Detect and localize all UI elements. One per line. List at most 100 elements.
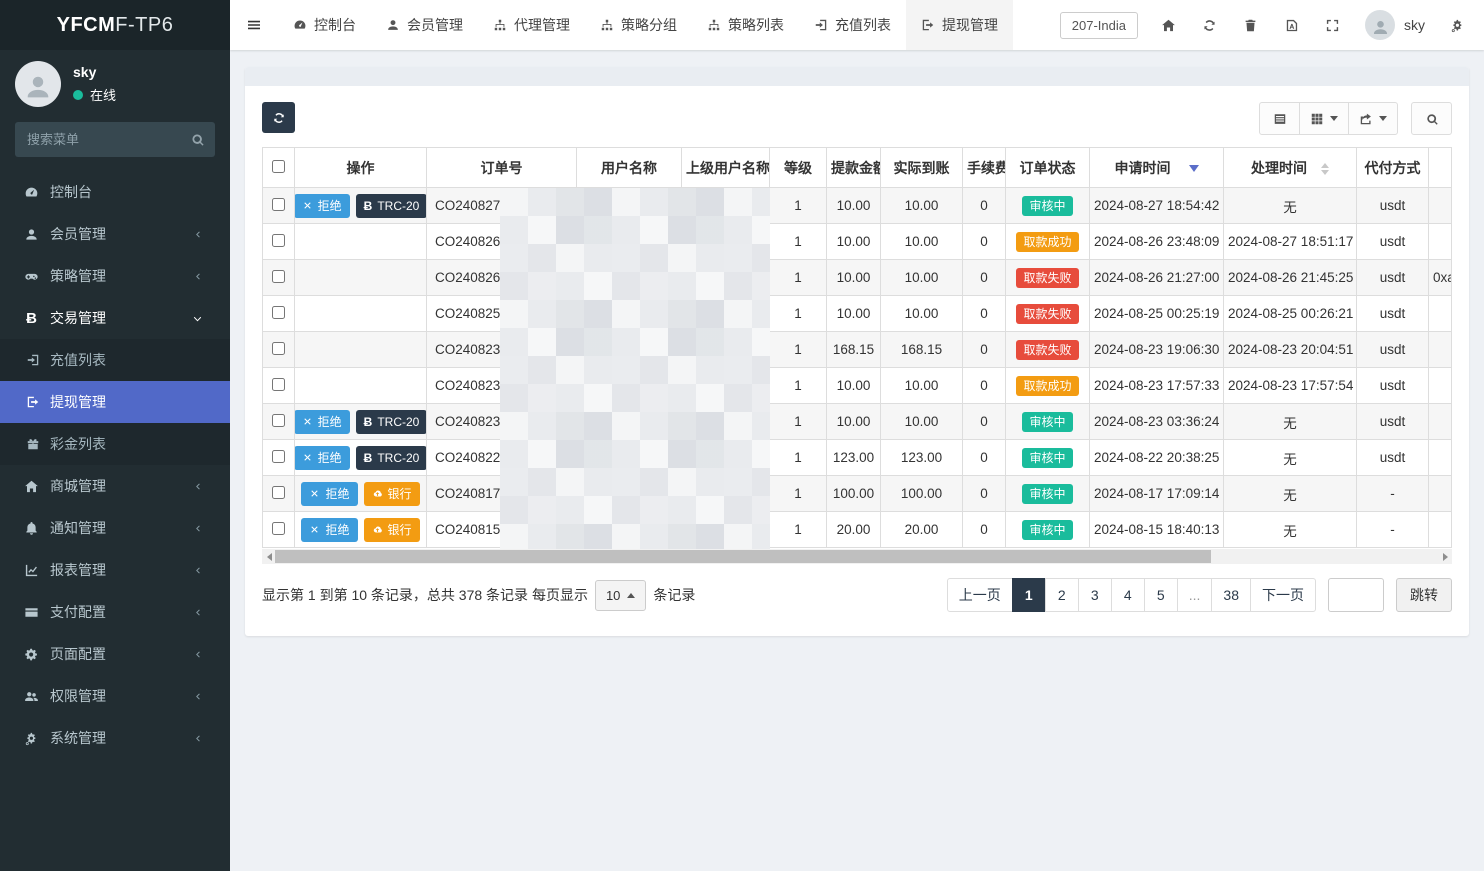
row-checkbox[interactable] — [272, 233, 285, 247]
bitcoin-icon: Ƀ — [363, 450, 373, 465]
settings-button[interactable] — [1437, 0, 1478, 50]
page-size-dropdown[interactable]: 10 — [594, 579, 647, 611]
page-3[interactable]: 3 — [1077, 578, 1112, 612]
status-badge: 审核中 — [1022, 519, 1073, 540]
sidebar-item-system[interactable]: 系统管理 — [0, 717, 230, 759]
sidebar-item-label: 权限管理 — [50, 688, 106, 704]
trc20-button[interactable]: Ƀ TRC-20 — [355, 409, 426, 434]
sidebar-item-report[interactable]: 报表管理 — [0, 549, 230, 591]
sidebar-item-recharge-list[interactable]: 充值列表 — [0, 339, 230, 381]
sidebar-item-label: 充值列表 — [50, 352, 106, 368]
tab-withdraw-manage[interactable]: 提现管理 — [906, 0, 1013, 50]
export-button[interactable] — [1348, 102, 1398, 135]
fullscreen-icon — [1325, 18, 1340, 33]
strategy-icon — [24, 269, 39, 284]
sidebar-item-mall[interactable]: 商城管理 — [0, 465, 230, 507]
sidebar-toggle-button[interactable] — [230, 0, 278, 50]
tab-agents[interactable]: 代理管理 — [478, 0, 585, 50]
x-icon — [302, 452, 313, 463]
records-info-suffix: 条记录 — [653, 587, 696, 603]
sidebar-item-dashboard[interactable]: 控制台 — [0, 171, 230, 213]
jump-button[interactable]: 跳转 — [1396, 578, 1452, 612]
sidebar-search-input[interactable] — [15, 122, 215, 157]
row-checkbox[interactable] — [272, 521, 285, 535]
user-name: sky — [73, 64, 97, 80]
tab-strategy-groups[interactable]: 策略分组 — [585, 0, 692, 50]
tab-dashboard[interactable]: 控制台 — [278, 0, 371, 50]
columns-button[interactable] — [1299, 102, 1349, 135]
page-prev[interactable]: 上一页 — [946, 578, 1013, 612]
sidebar-item-trade[interactable]: Ƀ 交易管理 — [0, 297, 230, 339]
reject-button[interactable]: 拒绝 — [301, 517, 358, 542]
row-checkbox[interactable] — [272, 485, 285, 499]
translate-button[interactable] — [1271, 0, 1312, 50]
row-checkbox[interactable] — [272, 377, 285, 391]
sidebar-item-bonus-list[interactable]: 彩金列表 — [0, 423, 230, 465]
clear-cache-button[interactable] — [1230, 0, 1271, 50]
col-apply-time[interactable]: 申请时间 — [1089, 147, 1224, 188]
jump-page-input[interactable] — [1328, 578, 1384, 612]
home-button[interactable] — [1148, 0, 1189, 50]
sidebar-item-payment[interactable]: 支付配置 — [0, 591, 230, 633]
page-1[interactable]: 1 — [1011, 578, 1046, 612]
sidebar-item-withdraw-manage[interactable]: 提现管理 — [0, 381, 230, 423]
site-selector-button[interactable]: 207-India — [1059, 11, 1138, 39]
trc20-button[interactable]: Ƀ TRC-20 — [355, 193, 426, 218]
reject-button[interactable]: 拒绝 — [301, 481, 358, 506]
page-2[interactable]: 2 — [1044, 578, 1079, 612]
sidebar-item-strategy[interactable]: 策略管理 — [0, 255, 230, 297]
sidebar-item-notify[interactable]: 通知管理 — [0, 507, 230, 549]
row-checkbox[interactable] — [272, 413, 285, 427]
reject-button[interactable]: 拒绝 — [295, 445, 350, 470]
sidebar-item-members[interactable]: 会员管理 — [0, 213, 230, 255]
status-badge: 审核中 — [1022, 411, 1073, 432]
tab-members[interactable]: 会员管理 — [371, 0, 478, 50]
fullscreen-button[interactable] — [1312, 0, 1353, 50]
navbar-user-menu[interactable]: sky — [1353, 10, 1437, 40]
scroll-left-arrow-icon[interactable] — [262, 549, 276, 564]
table-row: 拒绝 银行 CO240817 1 100.00 100.00 0 审核中 2024… — [262, 475, 1452, 512]
tab-recharge-list[interactable]: 充值列表 — [799, 0, 906, 50]
withdraw-panel: 操作 订单号 用户名称 上级用户名称 等级 提款金额 实际到账 手续费 订单状态… — [245, 67, 1469, 636]
bank-button[interactable]: 银行 — [363, 481, 420, 506]
select-all-checkbox[interactable] — [272, 159, 285, 173]
trash-icon — [1243, 18, 1258, 33]
tab-strategy-list[interactable]: 策略列表 — [692, 0, 799, 50]
sidebar-item-label: 支付配置 — [50, 604, 106, 620]
scroll-right-arrow-icon[interactable] — [1438, 549, 1452, 564]
scrollbar-thumb[interactable] — [275, 550, 1211, 563]
bank-button[interactable]: 银行 — [363, 517, 420, 542]
row-checkbox[interactable] — [272, 197, 285, 211]
status-badge: 取款失败 — [1016, 303, 1079, 324]
trc20-button[interactable]: Ƀ TRC-20 — [355, 445, 426, 470]
detail-view-button[interactable] — [1259, 102, 1300, 135]
horizontal-scrollbar[interactable] — [262, 549, 1452, 564]
sitemap-icon — [600, 18, 614, 32]
chevron-left-icon — [192, 523, 203, 534]
sidebar-item-label: 提现管理 — [50, 394, 106, 410]
page-next[interactable]: 下一页 — [1250, 578, 1316, 612]
sort-desc-icon — [1188, 165, 1199, 173]
sidebar-item-permission[interactable]: 权限管理 — [0, 675, 230, 717]
row-checkbox[interactable] — [272, 341, 285, 355]
x-icon — [309, 488, 320, 499]
page-5[interactable]: 5 — [1143, 578, 1178, 612]
table-refresh-button[interactable] — [262, 102, 295, 133]
search-toggle-button[interactable] — [1411, 102, 1452, 135]
refresh-button[interactable] — [1189, 0, 1230, 50]
person-icon — [1371, 18, 1390, 37]
reject-button[interactable]: 拒绝 — [295, 409, 350, 434]
page-4[interactable]: 4 — [1110, 578, 1145, 612]
row-checkbox[interactable] — [272, 305, 285, 319]
row-checkbox[interactable] — [272, 449, 285, 463]
sidebar-item-page-config[interactable]: 页面配置 — [0, 633, 230, 675]
col-process-time[interactable]: 处理时间 — [1223, 147, 1357, 188]
row-checkbox[interactable] — [272, 269, 285, 283]
system-icon — [24, 731, 39, 746]
page-38[interactable]: 38 — [1211, 578, 1251, 612]
navbar: 控制台 会员管理 代理管理 策略分组 策略列表 充值列表 提现管理 207-In… — [230, 0, 1484, 50]
search-icon[interactable] — [190, 132, 205, 147]
table-row: 拒绝 银行 CO240815 1 20.00 20.00 0 审核中 2024-0… — [262, 511, 1452, 548]
reject-button[interactable]: 拒绝 — [295, 193, 350, 218]
hamburger-icon — [246, 17, 262, 33]
